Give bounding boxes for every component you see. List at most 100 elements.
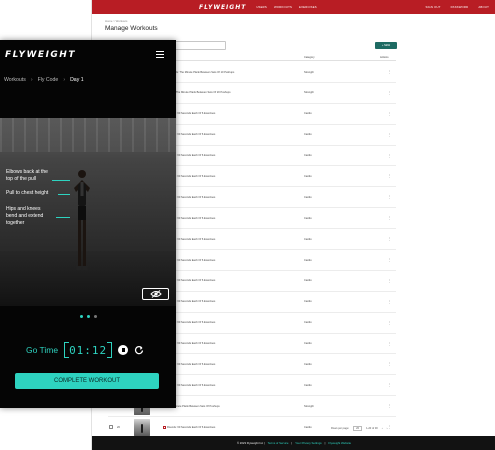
carousel-dot[interactable] xyxy=(94,315,97,318)
row-category: Cardio xyxy=(304,362,312,366)
timer-row: Go Time 01:12 xyxy=(26,342,144,358)
website-link[interactable]: Flyweight Website xyxy=(328,441,351,445)
row-category: Strength xyxy=(304,70,314,74)
gym-ceiling xyxy=(0,118,176,152)
breadcrumb-workouts[interactable]: Workouts xyxy=(4,77,26,83)
row-actions-icon[interactable]: ⋮ xyxy=(388,425,392,429)
go-time-label: Go Time xyxy=(26,345,59,355)
mobile-app: FLYWEIGHT Workouts › Fly Code › Day 1 El… xyxy=(0,40,176,408)
trainer-figure xyxy=(74,170,90,270)
hamburger-menu-icon[interactable] xyxy=(156,51,164,58)
row-description: Rounds: 60 Seconds Each Of 6 Exercises xyxy=(163,425,216,429)
eye-off-icon xyxy=(149,290,162,298)
row-actions-icon[interactable]: ⋮ xyxy=(388,237,392,241)
row-category: Cardio xyxy=(304,154,312,158)
page-range: 1-20 of 30 xyxy=(366,427,378,430)
cue-pointer xyxy=(52,180,70,181)
breadcrumb-day: Day 1 xyxy=(70,77,84,83)
complete-workout-button[interactable]: COMPLETE WORKOUT xyxy=(15,373,159,389)
row-category: Strength xyxy=(304,404,314,408)
row-category: Cardio xyxy=(304,279,312,283)
cue-hips-line1: Hips and knees xyxy=(6,206,41,212)
row-category: Cardio xyxy=(304,133,312,137)
nav-exercises[interactable]: EXERCISES xyxy=(299,5,317,9)
terms-link[interactable]: Terms of Service xyxy=(268,441,289,445)
row-day: 20 xyxy=(117,425,120,429)
row-actions-icon[interactable]: ⋮ xyxy=(388,216,392,220)
row-category: Cardio xyxy=(304,112,312,116)
row-category: Cardio xyxy=(304,300,312,304)
admin-logo[interactable]: FLYWEIGHT xyxy=(199,4,246,11)
row-category: Cardio xyxy=(304,216,312,220)
chevron-right-icon: › xyxy=(63,77,66,83)
prev-page-icon[interactable]: ‹ xyxy=(382,427,383,430)
about-link[interactable]: ABOUT xyxy=(478,5,489,9)
chevron-right-icon: › xyxy=(30,77,33,83)
workout-type-icon xyxy=(163,425,166,429)
row-actions-icon[interactable]: ⋮ xyxy=(388,174,392,178)
carousel-dot[interactable] xyxy=(87,315,90,318)
composite-screenshot: FLYWEIGHT USERS WORKOUTS EXERCISES SIGN … xyxy=(0,0,495,450)
restart-icon[interactable] xyxy=(134,345,144,355)
admin-footer: © 2023 Flyweight Inc | Terms of Service … xyxy=(92,436,495,450)
footer-separator: | xyxy=(291,441,293,445)
cue-pull-height: Pull to chest height xyxy=(6,190,49,196)
cue-elbows-line2: top of the pull xyxy=(6,176,37,182)
row-actions-icon[interactable]: ⋮ xyxy=(388,154,392,158)
sign-out-link[interactable]: SIGN OUT xyxy=(426,5,441,9)
footer-separator: | xyxy=(324,441,326,445)
admin-header-actions: SIGN OUT PASSWORD ABOUT xyxy=(426,5,489,9)
nav-workouts[interactable]: WORKOUTS xyxy=(274,5,292,9)
carousel-dots xyxy=(80,315,97,318)
next-page-icon[interactable]: › xyxy=(387,427,388,430)
row-actions-icon[interactable]: ⋮ xyxy=(388,258,392,262)
timer-frame: 01:12 xyxy=(64,342,113,358)
row-actions-icon[interactable]: ⋮ xyxy=(388,112,392,116)
cue-pointer xyxy=(58,194,70,195)
row-category: Strength xyxy=(304,91,314,95)
pagination: Rows per page: 20 1-20 of 30 ‹ › xyxy=(331,426,388,431)
row-category: Cardio xyxy=(304,321,312,325)
row-category: Cardio xyxy=(304,174,312,178)
workout-timer: 01:12 xyxy=(69,343,108,357)
row-actions-icon[interactable]: ⋮ xyxy=(388,91,392,95)
row-actions-icon[interactable]: ⋮ xyxy=(388,362,392,366)
row-category: Cardio xyxy=(304,383,312,387)
row-description-text: 3 Rounds: The Minute Plank Between Sets … xyxy=(167,70,235,74)
row-thumbnail[interactable] xyxy=(134,419,150,437)
rows-per-page-select[interactable]: 20 xyxy=(353,426,363,431)
row-category: Cardio xyxy=(304,342,312,346)
row-checkbox[interactable] xyxy=(109,425,113,430)
password-link[interactable]: PASSWORD xyxy=(451,5,469,9)
row-actions-icon[interactable]: ⋮ xyxy=(388,342,392,346)
hide-cues-button[interactable] xyxy=(142,288,169,300)
row-actions-icon[interactable]: ⋮ xyxy=(388,404,392,408)
exercise-video[interactable]: Elbows back at the top of the pull Pull … xyxy=(0,118,176,306)
new-workout-button[interactable]: + NEW xyxy=(375,42,397,49)
row-actions-icon[interactable]: ⋮ xyxy=(388,70,392,74)
row-category: Cardio xyxy=(304,258,312,262)
cue-hips-line2: bend and extend xyxy=(6,213,44,219)
row-category: Cardio xyxy=(304,425,312,429)
carousel-dot[interactable] xyxy=(80,315,83,318)
row-description-text: Rounds: 60 Seconds Each Of 6 Exercises xyxy=(167,425,216,429)
footer-copyright: © 2023 Flyweight Inc | xyxy=(236,441,265,445)
nav-users[interactable]: USERS xyxy=(256,5,267,9)
row-category: Cardio xyxy=(304,237,312,241)
col-category[interactable]: Category xyxy=(304,56,315,59)
app-logo[interactable]: FLYWEIGHT xyxy=(5,50,76,60)
row-actions-icon[interactable]: ⋮ xyxy=(388,195,392,199)
rows-per-page-label: Rows per page: xyxy=(331,427,350,430)
row-actions-icon[interactable]: ⋮ xyxy=(388,300,392,304)
privacy-link[interactable]: Your Privacy Settings xyxy=(295,441,321,445)
breadcrumb[interactable]: Home > Workouts xyxy=(105,19,127,23)
breadcrumb-fly-code[interactable]: Fly Code xyxy=(38,77,59,83)
admin-nav: USERS WORKOUTS EXERCISES xyxy=(256,5,317,9)
row-actions-icon[interactable]: ⋮ xyxy=(388,279,392,283)
row-actions-icon[interactable]: ⋮ xyxy=(388,321,392,325)
cue-hips-line3: together xyxy=(6,220,25,226)
row-actions-icon[interactable]: ⋮ xyxy=(388,133,392,137)
pause-icon[interactable] xyxy=(118,345,129,355)
row-actions-icon[interactable]: ⋮ xyxy=(388,383,392,387)
cue-elbows-line1: Elbows back at the xyxy=(6,169,48,175)
